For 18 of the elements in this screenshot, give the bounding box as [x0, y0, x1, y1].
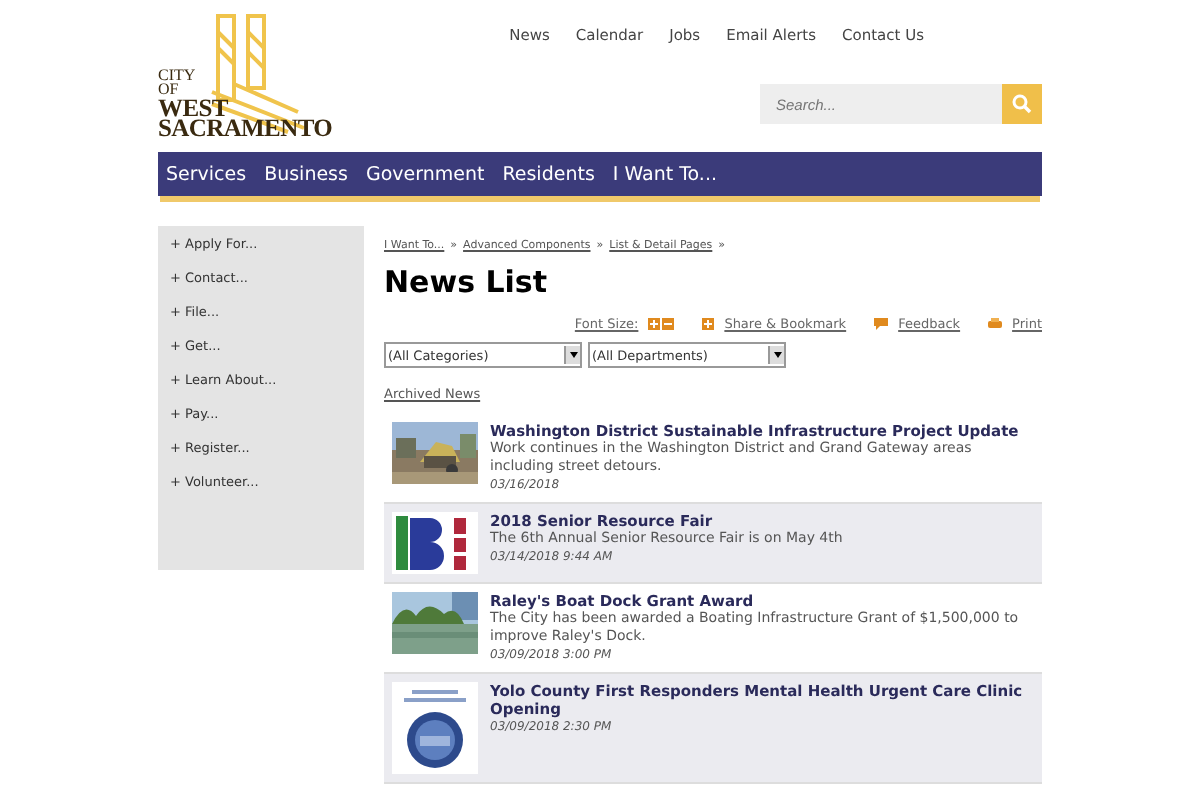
search-icon — [1012, 94, 1032, 114]
logo-text: SACRAMENTO — [158, 118, 333, 140]
logo-text: OF — [158, 83, 179, 98]
search-button[interactable] — [1002, 84, 1042, 124]
plus-icon — [702, 318, 715, 330]
nav-link[interactable]: Government — [365, 163, 485, 185]
page-title: News List — [384, 264, 550, 300]
nav-link[interactable]: Residents — [502, 163, 595, 185]
speech-bubble-icon — [874, 318, 889, 330]
nav-link[interactable]: Services — [166, 163, 247, 185]
logo-text: CITY — [158, 70, 198, 84]
caret-icon — [569, 352, 577, 358]
font-size-icon[interactable] — [648, 318, 675, 330]
printer-icon — [988, 318, 1003, 330]
nav-link[interactable]: Business — [264, 163, 348, 185]
nav-link[interactable]: I Want To... — [612, 163, 717, 185]
logo-text: WEST — [158, 97, 228, 119]
caret-icon — [773, 352, 781, 358]
